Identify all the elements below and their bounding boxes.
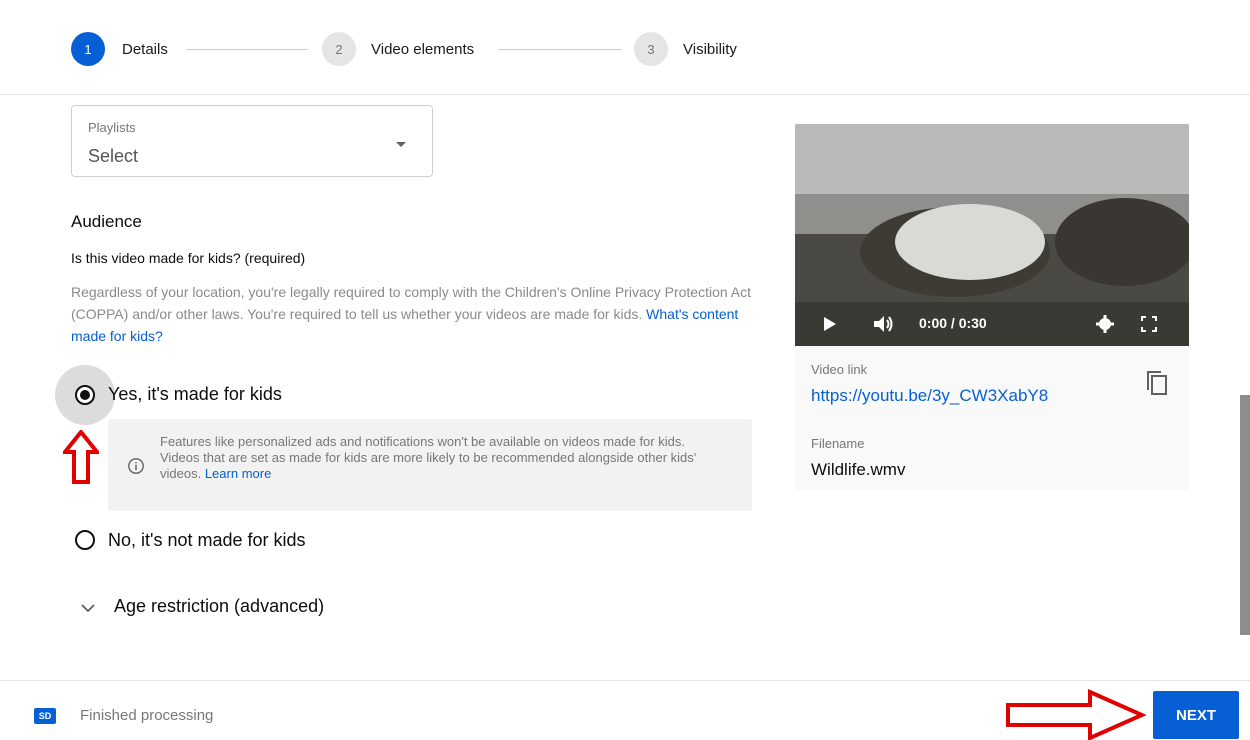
info-icon <box>128 458 144 474</box>
audience-question: Is this video made for kids? (required) <box>71 250 306 266</box>
copy-icon[interactable] <box>1145 369 1169 397</box>
video-link-label: Video link <box>811 362 868 377</box>
red-arrow-right-icon <box>1006 689 1146 740</box>
audience-title: Audience <box>71 212 142 231</box>
upload-dialog: 1 Details 2 Video elements 3 Visibility … <box>0 0 1250 740</box>
processing-status: Finished processing <box>80 707 214 724</box>
video-player[interactable]: 0:00 / 0:30 <box>795 124 1189 346</box>
step-divider <box>498 49 622 50</box>
kids-info-text: Features like personalized ads and notif… <box>160 434 720 482</box>
chevron-down-icon <box>81 604 95 613</box>
scrollbar[interactable] <box>1240 395 1250 635</box>
step-1-label[interactable]: Details <box>122 41 168 58</box>
radio-yes-label[interactable]: Yes, it's made for kids <box>108 384 282 405</box>
audience-description: Regardless of your location, you're lega… <box>71 281 751 347</box>
playlists-value: Select <box>88 146 139 166</box>
footer: SD Finished processing NEXT <box>0 680 1250 740</box>
video-controls: 0:00 / 0:30 <box>795 302 1189 346</box>
kids-info-box: Features like personalized ads and notif… <box>108 419 752 511</box>
step-2-circle[interactable]: 2 <box>322 32 356 66</box>
red-arrow-up-icon <box>63 430 99 484</box>
radio-yes-kids[interactable] <box>75 385 95 405</box>
dropdown-caret-icon <box>396 142 406 147</box>
step-3-circle[interactable]: 3 <box>634 32 668 66</box>
radio-not-kids[interactable] <box>75 530 95 550</box>
sd-badge-icon: SD <box>34 708 56 724</box>
video-time: 0:00 / 0:30 <box>919 315 987 331</box>
next-button[interactable]: NEXT <box>1153 691 1239 739</box>
play-icon[interactable] <box>823 317 837 331</box>
learn-more-link[interactable]: Learn more <box>205 466 271 481</box>
playlists-dropdown[interactable]: Playlists Select <box>71 105 433 177</box>
step-2-label[interactable]: Video elements <box>371 41 474 58</box>
step-1-circle[interactable]: 1 <box>71 32 105 66</box>
video-preview-card: 0:00 / 0:30 Video link https://youtu.be/… <box>795 124 1189 490</box>
volume-icon[interactable] <box>873 314 895 334</box>
age-restriction-label[interactable]: Age restriction (advanced) <box>114 596 324 617</box>
video-link[interactable]: https://youtu.be/3y_CW3XabY8 <box>811 386 1048 406</box>
fullscreen-icon[interactable] <box>1141 316 1157 332</box>
radio-no-label[interactable]: No, it's not made for kids <box>108 530 306 551</box>
stepper: 1 Details 2 Video elements 3 Visibility <box>0 0 1250 95</box>
filename-label: Filename <box>811 436 865 451</box>
step-divider <box>186 49 308 50</box>
settings-gear-icon[interactable] <box>1095 314 1115 334</box>
playlists-label: Playlists <box>88 120 136 135</box>
radio-selected-dot <box>80 390 90 400</box>
step-3-label[interactable]: Visibility <box>683 41 737 58</box>
filename-value: Wildlife.wmv <box>811 460 906 479</box>
